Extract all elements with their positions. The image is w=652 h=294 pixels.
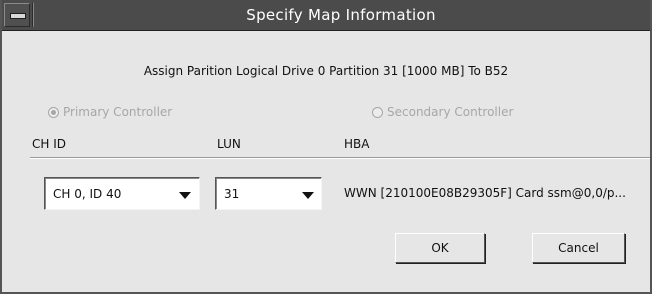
chevron-down-icon — [302, 192, 314, 199]
hba-column-header: HBA — [344, 137, 370, 151]
secondary-controller-radio[interactable]: Secondary Controller — [372, 105, 513, 119]
chevron-down-icon — [179, 192, 191, 199]
lun-selected-value: 31 — [224, 187, 240, 201]
chid-column-header: CH ID — [32, 137, 66, 151]
window-menu-button[interactable] — [4, 3, 30, 27]
lun-column-header: LUN — [217, 137, 241, 151]
dialog-window: Specify Map Information Assign Parition … — [0, 0, 652, 294]
title-bar[interactable]: Specify Map Information — [2, 0, 650, 31]
chid-selected-value: CH 0, ID 40 — [53, 187, 122, 201]
ok-button[interactable]: OK — [395, 233, 485, 263]
chid-dropdown[interactable]: CH 0, ID 40 — [44, 177, 200, 210]
primary-controller-radio[interactable]: Primary Controller — [48, 105, 172, 119]
radio-selected-icon — [48, 107, 59, 118]
secondary-controller-label: Secondary Controller — [387, 105, 514, 119]
hba-value: WWN [210100E08B29305F] Card ssm@0,0/p... — [344, 186, 626, 200]
lun-dropdown[interactable]: 31 — [215, 177, 322, 210]
primary-controller-label: Primary Controller — [63, 105, 173, 119]
radio-unselected-icon — [372, 107, 383, 118]
cancel-button[interactable]: Cancel — [532, 233, 625, 263]
assign-message: Assign Parition Logical Drive 0 Partitio… — [143, 64, 509, 78]
window-menu-icon — [10, 13, 26, 19]
header-divider — [30, 157, 650, 159]
window-title: Specify Map Information — [246, 6, 436, 24]
